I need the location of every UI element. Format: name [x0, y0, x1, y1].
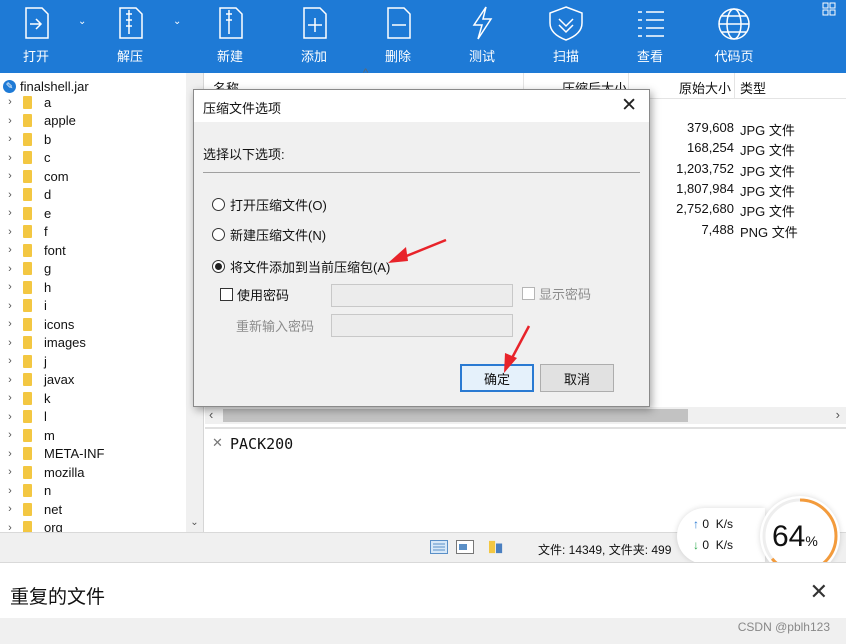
- annotation-arrowhead-ok: [504, 353, 517, 373]
- annotation-arrowhead-option: [388, 247, 408, 263]
- annotation-arrow-option: [403, 238, 447, 259]
- annotation-arrows: [388, 238, 531, 373]
- annotation-arrow-ok: [510, 325, 531, 359]
